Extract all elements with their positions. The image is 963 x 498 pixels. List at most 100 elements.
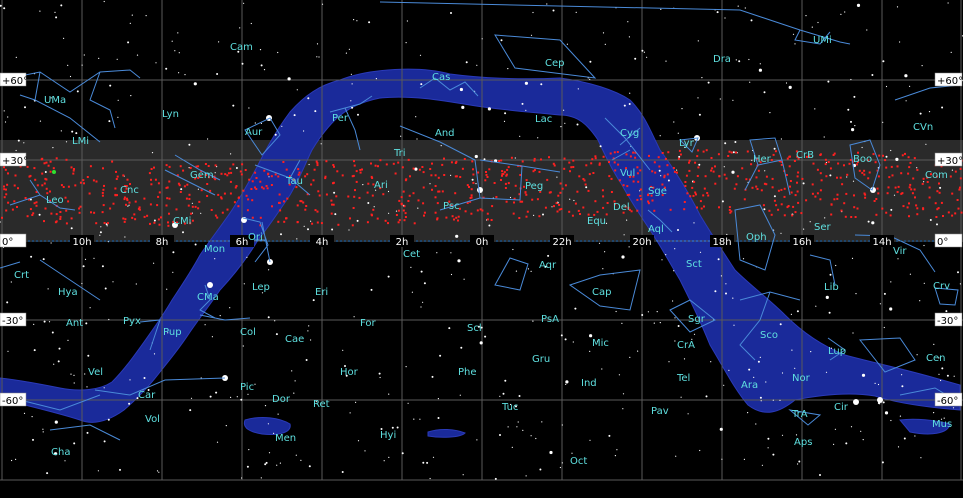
constellation-label-cae[interactable]: Cae: [285, 334, 304, 345]
constellation-label-lyr[interactable]: Lyr: [679, 138, 695, 149]
constellation-label-vol[interactable]: Vol: [145, 414, 160, 425]
constellation-label-lac[interactable]: Lac: [535, 114, 552, 125]
star: [846, 176, 848, 178]
constellation-label-equ[interactable]: Equ: [587, 216, 606, 227]
constellation-label-phe[interactable]: Phe: [458, 367, 477, 378]
constellation-label-crb[interactable]: CrB: [796, 150, 814, 161]
constellation-label-for[interactable]: For: [360, 318, 377, 329]
constellation-label-ori[interactable]: Ori: [248, 232, 263, 243]
constellation-label-aur[interactable]: Aur: [245, 127, 263, 138]
constellation-label-sgr[interactable]: Sgr: [688, 314, 706, 325]
constellation-label-cnc[interactable]: Cnc: [120, 185, 139, 196]
constellation-label-pav[interactable]: Pav: [651, 406, 669, 417]
constellation-label-del[interactable]: Del: [613, 202, 630, 213]
constellation-label-men[interactable]: Men: [275, 433, 296, 444]
constellation-label-ret[interactable]: Ret: [313, 399, 330, 410]
constellation-label-ind[interactable]: Ind: [581, 378, 597, 389]
constellation-label-com[interactable]: Com: [925, 170, 948, 181]
star: [32, 438, 34, 441]
constellation-label-col[interactable]: Col: [240, 327, 256, 338]
constellation-label-dra[interactable]: Dra: [713, 54, 731, 65]
constellation-label-oph[interactable]: Oph: [746, 232, 767, 243]
constellation-label-aql[interactable]: Aql: [648, 224, 664, 235]
star: [153, 353, 156, 355]
constellation-label-and[interactable]: And: [435, 128, 455, 139]
constellation-label-tri[interactable]: Tri: [393, 148, 406, 159]
constellation-label-cir[interactable]: Cir: [834, 402, 849, 413]
constellation-label-cmi[interactable]: CMi: [173, 216, 191, 227]
constellation-label-tuc[interactable]: Tuc: [501, 402, 518, 413]
constellation-label-pic[interactable]: Pic: [240, 382, 254, 393]
constellation-label-ari[interactable]: Ari: [374, 180, 388, 191]
constellation-label-pup[interactable]: Pup: [163, 327, 182, 338]
constellation-label-hor[interactable]: Hor: [340, 367, 359, 378]
star: [641, 314, 644, 316]
constellation-label-tel[interactable]: Tel: [676, 373, 690, 384]
constellation-label-leo[interactable]: Leo: [46, 195, 64, 206]
constellation-label-cra[interactable]: CrA: [677, 340, 695, 351]
constellation-label-umi[interactable]: UMi: [813, 35, 832, 46]
constellation-label-cap[interactable]: Cap: [592, 287, 611, 298]
constellation-label-cvn[interactable]: CVn: [913, 122, 933, 133]
constellation-label-lup[interactable]: Lup: [828, 346, 846, 357]
constellation-label-oct[interactable]: Oct: [570, 456, 587, 467]
constellation-label-aqr[interactable]: Aqr: [539, 260, 557, 271]
constellation-label-lmi[interactable]: LMi: [72, 136, 89, 147]
star: [781, 372, 784, 374]
constellation-label-mic[interactable]: Mic: [592, 338, 609, 349]
constellation-label-cha[interactable]: Cha: [51, 447, 70, 458]
constellation-label-ser[interactable]: Ser: [814, 222, 832, 233]
asteroid-dot: [812, 162, 815, 165]
constellation-label-cen[interactable]: Cen: [926, 353, 945, 364]
constellation-label-hyi[interactable]: Hyi: [380, 430, 396, 441]
constellation-label-tau[interactable]: Tau: [285, 176, 303, 187]
constellation-label-cet[interactable]: Cet: [403, 249, 420, 260]
constellation-label-lep[interactable]: Lep: [252, 282, 270, 293]
constellation-label-gru[interactable]: Gru: [532, 354, 550, 365]
constellation-label-vir[interactable]: Vir: [893, 246, 907, 257]
constellation-label-peg[interactable]: Peg: [525, 181, 543, 192]
constellation-label-cam[interactable]: Cam: [230, 42, 253, 53]
constellation-label-scl[interactable]: Scl: [467, 323, 482, 334]
constellation-label-tra[interactable]: TrA: [791, 409, 808, 420]
constellation-label-ant[interactable]: Ant: [66, 318, 83, 329]
constellation-label-her[interactable]: Her: [753, 154, 772, 165]
constellation-label-vel[interactable]: Vel: [88, 367, 103, 378]
constellation-label-crt[interactable]: Crt: [14, 270, 29, 281]
constellation-label-cep[interactable]: Cep: [545, 58, 564, 69]
constellation-label-gem[interactable]: Gem: [190, 170, 214, 181]
constellation-label-cyg[interactable]: Cyg: [620, 128, 639, 139]
constellation-label-mon[interactable]: Mon: [204, 244, 225, 255]
constellation-label-psc[interactable]: Psc: [443, 201, 460, 212]
sky-map[interactable]: 10h 8h 6h 4h 2h 0h 22h 20h 18h 16h 14h +60° +30° 0° -…: [0, 0, 963, 498]
constellation-label-sge[interactable]: Sge: [648, 186, 667, 197]
constellation-label-uma[interactable]: UMa: [44, 95, 66, 106]
constellation-label-per[interactable]: Per: [332, 113, 349, 124]
constellation-label-nor[interactable]: Nor: [792, 373, 811, 384]
star: [108, 120, 111, 123]
constellation-label-sco[interactable]: Sco: [760, 330, 778, 341]
constellation-label-pyx[interactable]: Pyx: [123, 316, 141, 327]
constellation-label-mus[interactable]: Mus: [932, 419, 952, 430]
constellation-label-cma[interactable]: CMa: [197, 292, 219, 303]
constellation-label-lib[interactable]: Lib: [824, 282, 839, 293]
asteroid-dot: [318, 194, 321, 197]
asteroid-dot: [728, 209, 731, 211]
star: [565, 383, 567, 385]
constellation-label-eri[interactable]: Eri: [315, 287, 328, 298]
constellation-label-sct[interactable]: Sct: [686, 259, 702, 270]
constellation-label-dor[interactable]: Dor: [272, 394, 291, 405]
asteroid-dot: [455, 216, 458, 219]
star: [375, 78, 377, 80]
constellation-label-lyn[interactable]: Lyn: [162, 109, 179, 120]
constellation-label-crv[interactable]: Crv: [933, 281, 950, 292]
constellation-label-psa[interactable]: PsA: [541, 314, 559, 325]
constellation-label-ara[interactable]: Ara: [741, 380, 758, 391]
constellation-label-hya[interactable]: Hya: [58, 287, 78, 298]
constellation-label-boo[interactable]: Boo: [853, 154, 872, 165]
constellation-label-cas[interactable]: Cas: [432, 72, 450, 83]
constellation-label-car[interactable]: Car: [138, 390, 156, 401]
star: [7, 116, 9, 118]
constellation-label-aps[interactable]: Aps: [794, 437, 812, 448]
constellation-label-vul[interactable]: Vul: [620, 168, 635, 179]
